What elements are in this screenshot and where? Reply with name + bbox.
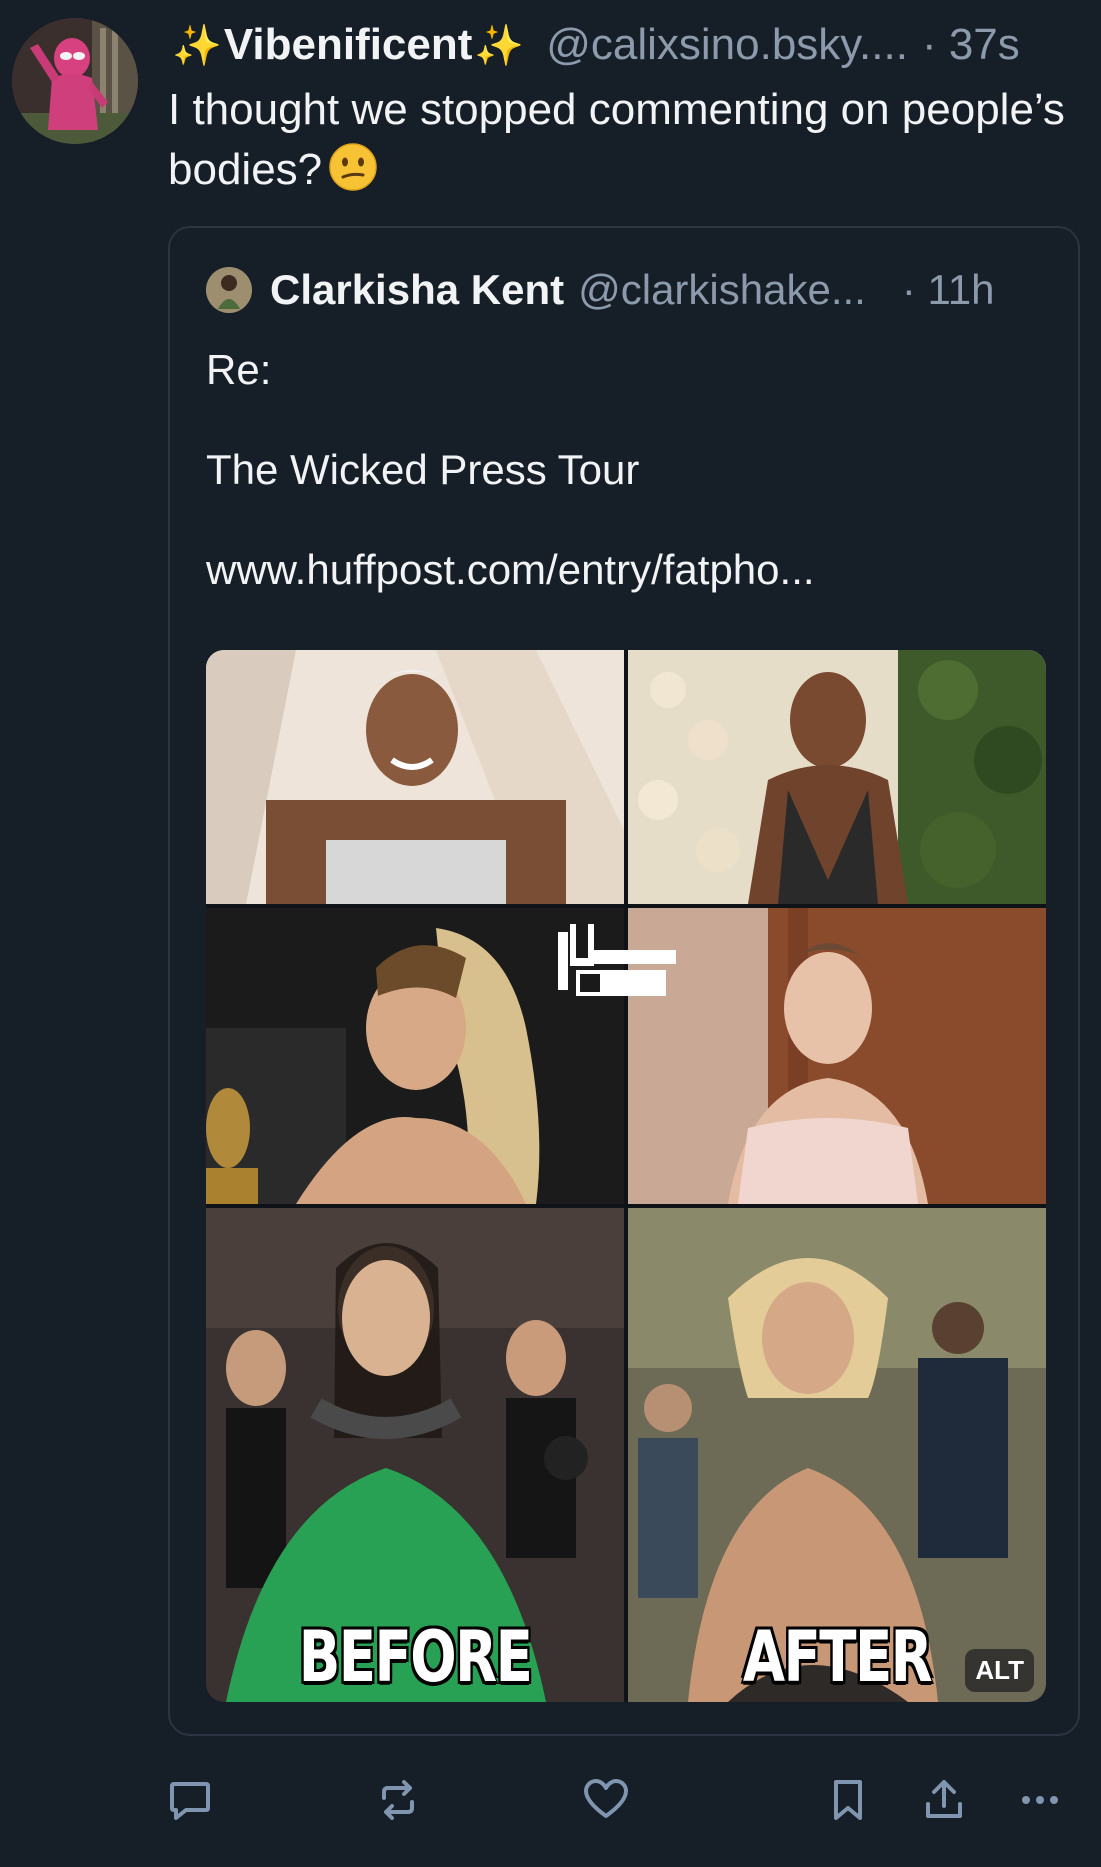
quoted-author-name[interactable]: Clarkisha Kent — [270, 266, 564, 314]
quoted-text-line: The Wicked Press Tour — [206, 446, 640, 493]
reply-icon — [170, 1782, 210, 1820]
avatar-image — [12, 18, 138, 144]
quoted-avatar-image — [206, 267, 252, 313]
share-icon — [926, 1780, 962, 1818]
photo-cell — [206, 650, 624, 904]
quoted-post[interactable]: Clarkisha Kent @clarkishake... · 11h Re:… — [168, 226, 1080, 1736]
photo-cell — [628, 650, 1046, 904]
quoted-author-handle[interactable]: @clarkishake... — [578, 266, 866, 314]
author-display-name[interactable]: ✨ Vibenificent ✨ — [170, 20, 526, 70]
more-icon — [1022, 1796, 1058, 1804]
quoted-link[interactable]: www.huffpost.com/entry/fatpho... — [206, 546, 815, 594]
post-action-bar — [0, 1770, 1101, 1830]
sparkle-icon: ✨ — [172, 23, 222, 68]
like-button[interactable] — [576, 1770, 636, 1830]
bookmark-button[interactable] — [818, 1770, 878, 1830]
quoted-post-timestamp[interactable]: · 11h — [902, 266, 995, 314]
post-text-content: I thought we stopped commenting on peopl… — [168, 85, 1065, 194]
author-handle[interactable]: @calixsino.bsky.... — [546, 20, 908, 70]
reply-button[interactable] — [160, 1770, 220, 1830]
more-options-button[interactable] — [1010, 1770, 1070, 1830]
share-button[interactable] — [914, 1770, 974, 1830]
alt-text-badge[interactable]: ALT — [965, 1649, 1034, 1692]
post-text: I thought we stopped commenting on peopl… — [168, 80, 1068, 200]
photo-cell — [628, 908, 1046, 1204]
quoted-text-line: Re: — [206, 346, 272, 393]
before-caption: BEFORE — [298, 1616, 533, 1698]
quoted-author-avatar[interactable] — [206, 267, 252, 313]
photo-cell: AFTER — [628, 1208, 1046, 1702]
after-caption: AFTER — [742, 1616, 933, 1698]
watermark-logo — [556, 922, 684, 1002]
photo-cell: BEFORE — [206, 1208, 624, 1702]
confused-face-emoji — [328, 142, 378, 192]
heart-icon — [584, 1779, 628, 1818]
post-timestamp[interactable]: · 37s — [922, 20, 1020, 70]
repost-button[interactable] — [368, 1770, 428, 1830]
sparkle-icon: ✨ — [474, 23, 525, 68]
quoted-image[interactable]: BEFORE AFTER ALT — [206, 650, 1046, 1702]
post-header: ✨ Vibenificent ✨ @calixsino.bsky.... · 3… — [170, 14, 1090, 76]
author-avatar[interactable] — [12, 18, 138, 144]
bookmark-icon — [834, 1780, 862, 1820]
author-name-text: Vibenificent — [223, 20, 473, 69]
quoted-post-header: Clarkisha Kent @clarkishake... · 11h — [206, 262, 1066, 318]
repost-icon — [382, 1780, 414, 1820]
post: ✨ Vibenificent ✨ @calixsino.bsky.... · 3… — [0, 0, 1101, 1867]
